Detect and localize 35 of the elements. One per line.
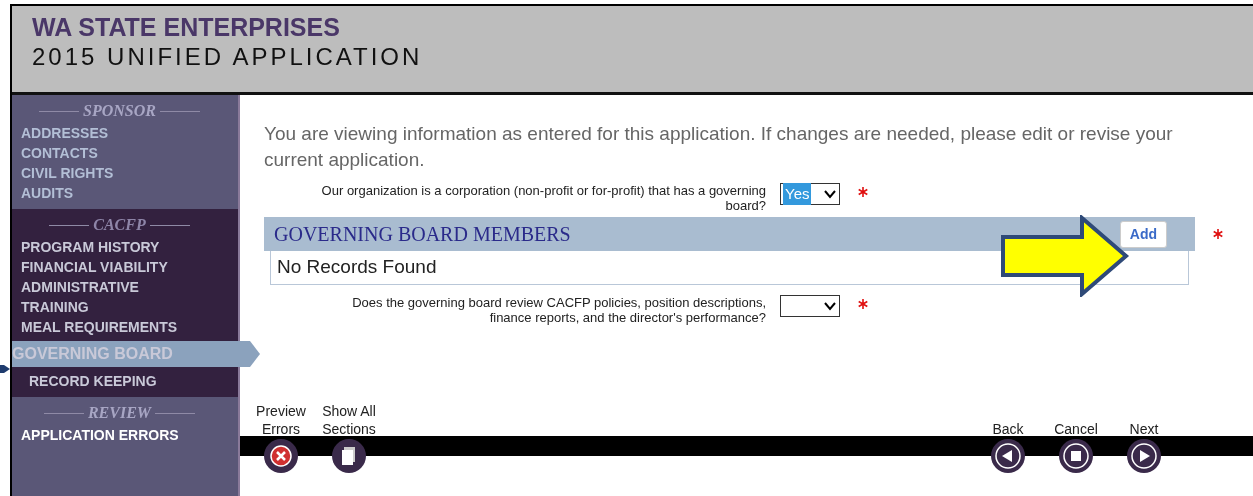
nav-link[interactable]: FINANCIAL VIABILITY <box>21 257 238 277</box>
organization-name: WA STATE ENTERPRISES <box>32 12 341 42</box>
question-label: Does the governing board review CACFP policies, position descriptions, finance reports, and the director's performance? <box>351 294 767 325</box>
pages-icon[interactable] <box>331 438 367 474</box>
button-label: Back <box>992 420 1024 438</box>
chevron-icon[interactable] <box>823 300 837 311</box>
nav-link[interactable]: PROGRAM HISTORY <box>21 237 238 257</box>
grid-title: GOVERNING BOARD MEMBERS <box>274 222 571 247</box>
section-heading: REVIEW <box>87 403 152 423</box>
next-icon[interactable] <box>1126 438 1162 474</box>
nav-link[interactable]: CIVIL RIGHTS <box>21 163 238 183</box>
button-label: Show All Sections <box>321 402 377 438</box>
button-label: Cancel <box>1054 420 1098 438</box>
nav-link[interactable]: CONTACTS <box>21 143 238 163</box>
nav-link[interactable]: AUDITS <box>21 183 238 203</box>
nav-link[interactable]: TRAINING <box>21 297 238 317</box>
chevron-icon[interactable] <box>823 189 837 199</box>
button-label: Next <box>1129 420 1159 438</box>
section-heading: CACFP <box>93 215 146 235</box>
application-title: 2015 UNIFIED APPLICATION <box>32 42 424 72</box>
question-label: Our organization is a corporation (non-profit or for-profit) that has a governing board? <box>320 183 767 213</box>
button-label: Preview Errors <box>255 402 307 438</box>
nav-link[interactable]: APPLICATION ERRORS <box>21 425 238 445</box>
nav-link[interactable]: RECORD KEEPING <box>21 371 238 391</box>
back-icon[interactable] <box>990 438 1026 474</box>
pointer-icon <box>0 362 10 376</box>
dropdown[interactable] <box>780 294 840 317</box>
nav-link[interactable]: ADDRESSES <box>21 123 238 143</box>
section-heading: SPONSOR <box>83 101 156 121</box>
stop-icon[interactable] <box>1058 438 1094 474</box>
add-button[interactable]: Add <box>1119 220 1167 248</box>
nav-link[interactable]: ADMINISTRATIVE <box>21 277 238 297</box>
intro-text: You are viewing information as entered for this application. If changes are needed, please edit or revise your current application. <box>263 122 1174 172</box>
nav-link[interactable]: MEAL REQUIREMENTS <box>21 317 238 337</box>
error-icon[interactable] <box>263 438 299 474</box>
